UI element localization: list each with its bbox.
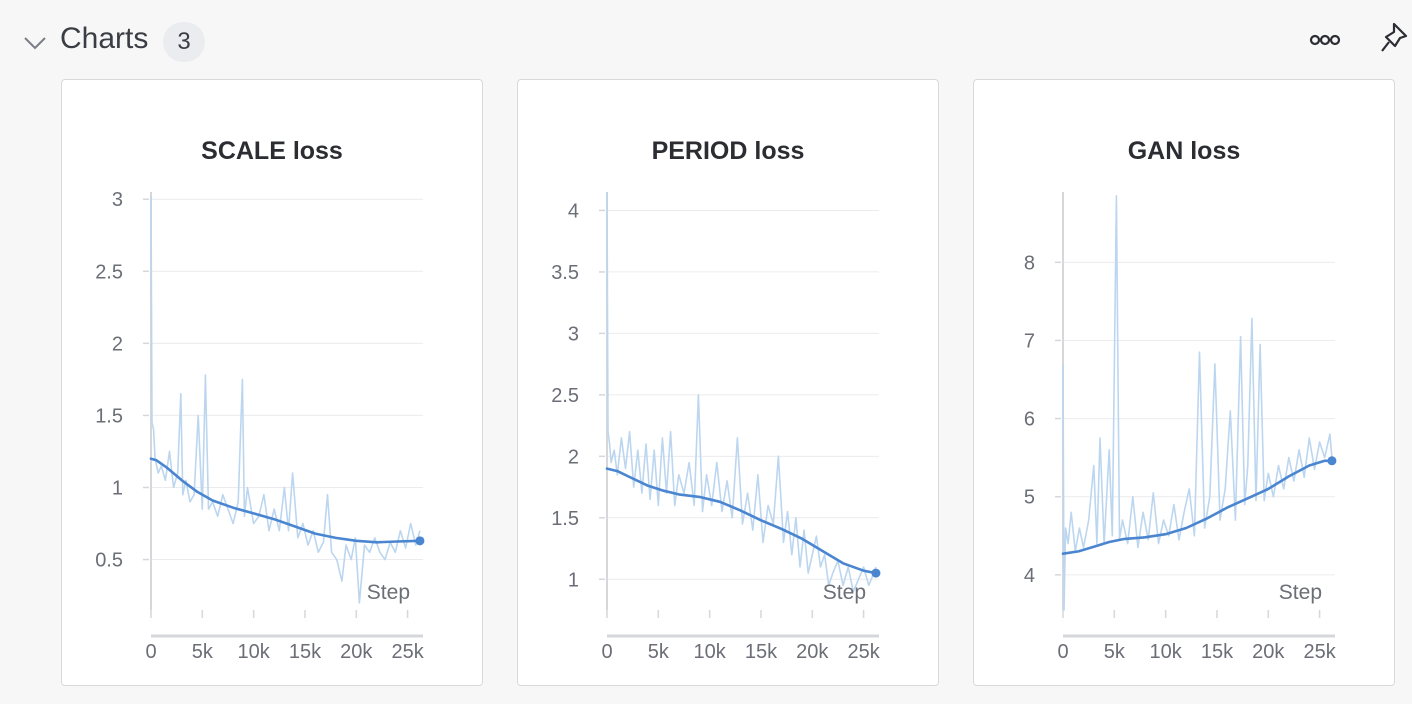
x-tick-label: 0 [1057,641,1068,663]
more-options-icon[interactable] [1306,26,1344,54]
y-tick-label: 6 [1024,409,1035,431]
y-tick-label: 8 [1024,252,1035,274]
last-point-marker [1327,456,1337,466]
y-tick-label: 1.5 [95,405,123,427]
x-axis-label: Step [367,581,410,604]
smoothed-series-line [605,467,878,575]
y-tick-label: 4 [1024,565,1035,587]
section-title: Charts [60,22,149,55]
y-tick-label: 2 [568,446,579,468]
x-tick-label: 15k [1201,641,1234,663]
x-axis-label: Step [823,581,866,604]
y-tick-label: 1 [568,569,579,591]
x-tick-label: 20k [1252,641,1285,663]
x-tick-label: 20k [796,641,829,663]
chevron-down-icon[interactable] [22,30,48,56]
x-axis-label: Step [1279,581,1322,604]
x-tick-label: 25k [391,641,424,663]
x-tick-label: 0 [601,641,612,663]
x-tick-label: 15k [289,641,322,663]
chart-plot[interactable]: 4 5 6 7 8 0 5k 10k 15k 20k 25k Step [974,80,1396,687]
x-tick-label: 25k [1303,641,1336,663]
y-tick-label: 1.5 [551,508,579,530]
x-tick-label: 25k [847,641,880,663]
y-tick-label: 2.5 [95,261,123,283]
chart-plot[interactable]: 1 1.5 2 2.5 3 3.5 4 0 5k 10k 15k 20k 25k Step [518,80,940,687]
chart-panel-gan-loss[interactable]: GAN loss 4 5 6 7 8 0 5k 10k 15k 20k 25k Step [973,79,1395,686]
raw-series-line [1062,195,1333,611]
x-tick-label: 10k [1150,641,1183,663]
y-tick-label: 1 [112,477,123,499]
section-header: Charts 3 [0,0,1412,80]
y-tick-label: 3.5 [551,262,579,284]
last-point-marker [415,536,425,546]
chart-count-badge: 3 [163,22,205,62]
y-tick-label: 3 [568,323,579,345]
x-tick-label: 5k [192,641,214,663]
x-tick-label: 5k [648,641,670,663]
y-tick-label: 4 [568,200,579,222]
x-tick-label: 5k [1104,641,1126,663]
chart-panel-scale-loss[interactable]: SCALE loss 0.5 1 1.5 2 2.5 3 0 5k 10k 15k 20k 25k St… [61,79,483,686]
raw-series-line [606,191,877,593]
y-tick-label: 2.5 [551,385,579,407]
last-point-marker [871,568,881,578]
y-tick-label: 0.5 [95,550,123,572]
x-tick-label: 10k [694,641,727,663]
y-tick-label: 3 [112,189,123,211]
y-tick-label: 5 [1024,487,1035,509]
y-tick-label: 2 [112,333,123,355]
chart-panel-period-loss[interactable]: PERIOD loss 1 1.5 2 2.5 3 3.5 4 0 5k 10k 15k 20k 25k… [517,79,939,686]
chart-plot[interactable]: 0.5 1 1.5 2 2.5 3 0 5k 10k 15k 20k 25k Step [62,80,484,687]
x-tick-label: 20k [340,641,373,663]
x-tick-label: 0 [145,641,156,663]
pin-icon[interactable] [1380,20,1412,56]
x-tick-label: 15k [745,641,778,663]
y-tick-label: 7 [1024,330,1035,352]
x-tick-label: 10k [238,641,271,663]
